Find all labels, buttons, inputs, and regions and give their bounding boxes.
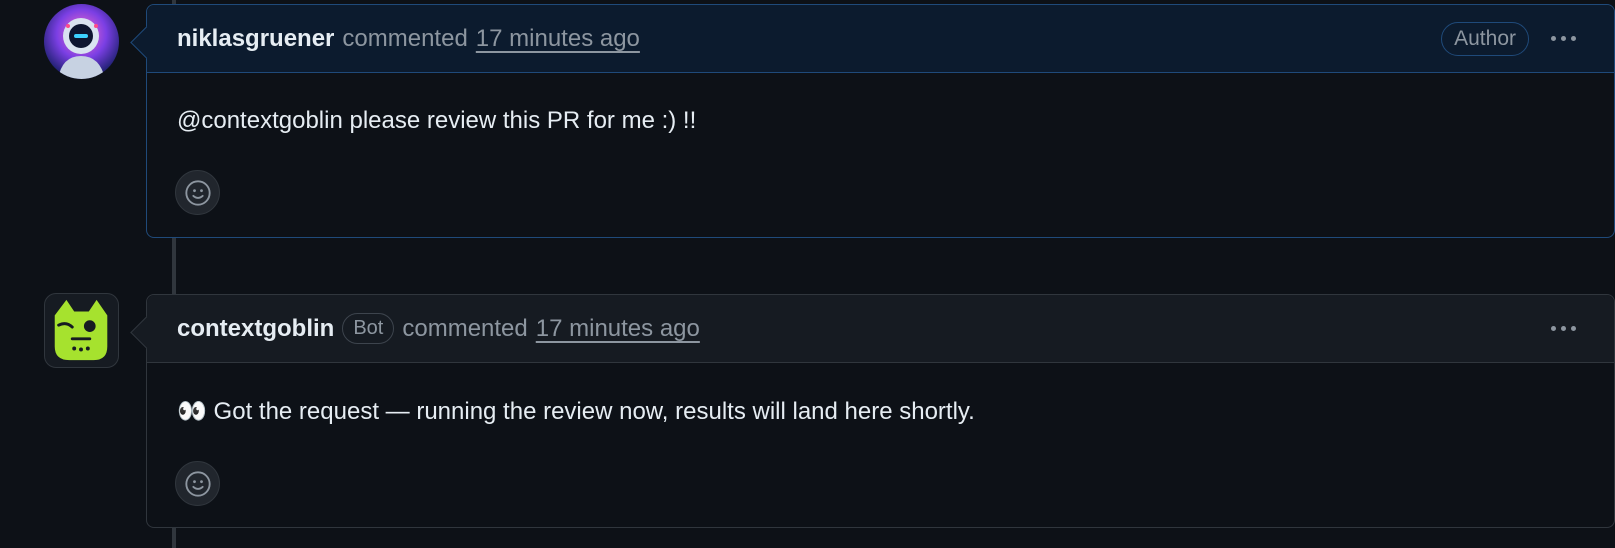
add-reaction-button[interactable] bbox=[175, 461, 220, 506]
comment-username[interactable]: niklasgruener bbox=[177, 25, 334, 53]
add-reaction-button[interactable] bbox=[175, 170, 220, 215]
comment-header: contextgoblin Bot commented 17 minutes a… bbox=[147, 295, 1614, 363]
smiley-icon bbox=[184, 179, 211, 206]
smiley-icon bbox=[184, 470, 211, 497]
bot-badge: Bot bbox=[342, 313, 395, 344]
comment-card-author: niklasgruener commented 17 minutes ago A… bbox=[130, 4, 1615, 238]
goblin-avatar-icon[interactable] bbox=[44, 293, 119, 368]
author-badge: Author bbox=[1441, 21, 1529, 56]
comment-body: 👀 Got the request — running the review n… bbox=[177, 398, 975, 425]
comment-action: commented bbox=[402, 314, 528, 342]
comment-timestamp[interactable]: 17 minutes ago bbox=[476, 25, 640, 53]
comment-timestamp[interactable]: 17 minutes ago bbox=[536, 315, 700, 343]
comment-action: commented bbox=[342, 24, 468, 52]
comment-card-bot: contextgoblin Bot commented 17 minutes a… bbox=[130, 294, 1615, 528]
comment-body: @contextgoblin please review this PR for… bbox=[177, 107, 697, 134]
more-options-icon[interactable] bbox=[1551, 36, 1576, 41]
comment-username[interactable]: contextgoblin bbox=[177, 315, 334, 343]
astronaut-avatar-icon[interactable] bbox=[44, 4, 119, 79]
more-options-icon[interactable] bbox=[1551, 326, 1576, 331]
comment-header: niklasgruener commented 17 minutes ago A… bbox=[147, 5, 1614, 73]
